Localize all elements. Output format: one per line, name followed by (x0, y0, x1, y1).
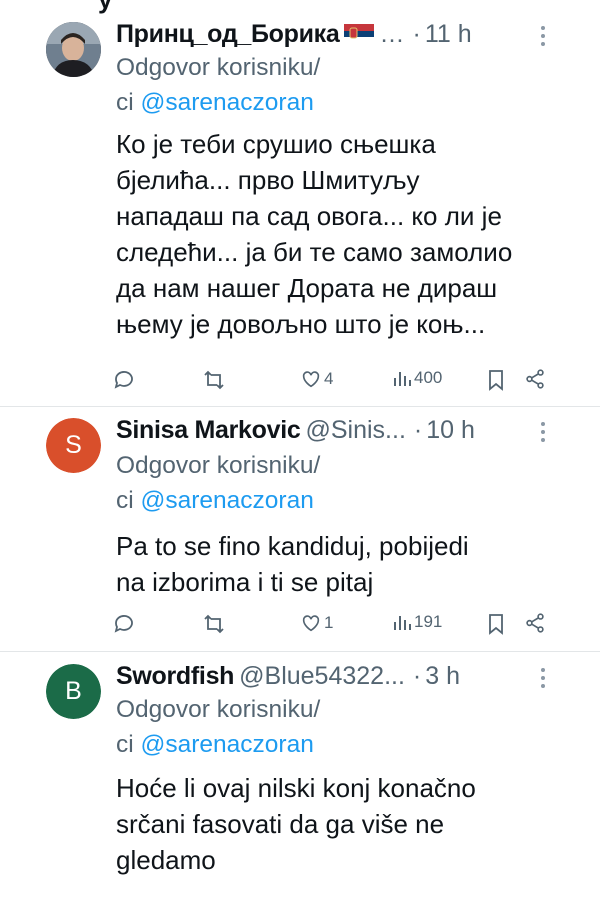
reply-prefix-cont: ci (116, 731, 134, 758)
timestamp[interactable]: 11 h (425, 20, 472, 49)
tweet-text-line: gledamo (116, 845, 216, 875)
more-options-icon[interactable] (538, 24, 548, 48)
handle[interactable]: … (380, 20, 405, 49)
tweet-text: Ко је теби срушио сњешка бјелића... прво… (116, 126, 556, 342)
retweet-button[interactable] (202, 368, 226, 392)
previous-tweet-remnant: y (98, 0, 112, 15)
views-chart-icon (394, 616, 411, 630)
like-count: 1 (324, 613, 334, 632)
tweet-text-line: Ко је теби срушио сњешка (116, 129, 436, 159)
view-count: 191 (414, 612, 443, 631)
bookmark-button[interactable] (486, 612, 506, 636)
avatar-letter: S (65, 431, 82, 459)
handle[interactable]: @Blue54322... (239, 662, 405, 691)
handle[interactable]: @Sinis... (305, 416, 405, 445)
bookmark-icon (489, 370, 503, 391)
separator-dot: · (412, 19, 421, 48)
separator-dot: · (413, 415, 423, 444)
tweet[interactable]: S Sinisa Markovic @Sinis... · 10 h Odgov… (0, 410, 600, 646)
more-options-icon[interactable] (538, 666, 548, 690)
tweet-text-line: srčani fasovati da ga više ne (116, 809, 445, 839)
display-name[interactable]: Swordfish (116, 662, 234, 691)
reply-prefix-cont: ci (116, 89, 134, 116)
tweet-text: Hoće li ovaj nilski konj konačno srčani … (116, 770, 556, 878)
tweet-text-line: бјелића... прво Шмитуљу (116, 165, 420, 195)
user-photo-avatar (46, 22, 101, 77)
avatar[interactable]: S (46, 418, 101, 473)
reply-button[interactable] (112, 368, 136, 392)
tweet-text-line: na izborima i ti se pitaj (116, 567, 374, 597)
tweet-text-line: да нам нашег Дората не дираш (116, 273, 498, 303)
heart-icon (302, 615, 320, 632)
tweet-header: Swordfish @Blue54322... · 3 h (116, 656, 600, 696)
tweet-text-line: следећи... ја би те само замолио (116, 237, 513, 267)
serbia-flag-icon (343, 24, 374, 44)
reply-prefix-cont: ci (116, 487, 134, 514)
action-bar: 1 191 (112, 612, 552, 642)
separator-dot: · (412, 661, 422, 690)
bookmark-icon (489, 614, 503, 635)
more-options-icon[interactable] (538, 420, 548, 444)
bookmark-button[interactable] (486, 368, 506, 392)
reply-icon (114, 615, 133, 633)
reply-mention-link[interactable]: @sarenaczoran (141, 731, 314, 758)
tweet-header: Sinisa Markovic @Sinis... · 10 h (116, 410, 600, 450)
reply-context: Odgovor korisniku/ ci @sarenaczoran (116, 50, 436, 120)
retweet-icon (204, 614, 224, 634)
reply-button[interactable] (112, 612, 136, 636)
reply-prefix: Odgovor korisniku/ (116, 54, 321, 81)
reply-context: Odgovor korisniku/ ci @sarenaczoran (116, 692, 436, 762)
heart-icon (302, 371, 320, 388)
tweet-header: Принц_од_Борика … · 11 h (116, 14, 600, 54)
reply-icon (114, 371, 133, 389)
action-bar: 4 400 (112, 368, 552, 398)
tweet-text-line: Pa to se fino kandiduj, pobijedi (116, 531, 469, 561)
share-button[interactable] (524, 368, 546, 390)
reply-context: Odgovor korisniku/ ci @sarenaczoran (116, 448, 436, 518)
timestamp[interactable]: 3 h (425, 662, 460, 691)
retweet-button[interactable] (202, 612, 226, 636)
views-chart-icon (394, 372, 411, 386)
views-button[interactable]: 400 (392, 368, 442, 388)
retweet-icon (204, 370, 224, 390)
avatar[interactable] (46, 22, 101, 77)
tweet-divider (0, 651, 600, 652)
reply-mention-link[interactable]: @sarenaczoran (141, 89, 314, 116)
tweet-text-line: Hoće li ovaj nilski konj konačno (116, 773, 476, 803)
timestamp[interactable]: 10 h (426, 416, 475, 445)
like-button[interactable]: 1 (300, 612, 333, 634)
tweet-text: Pa to se fino kandiduj, pobijedi na izbo… (116, 528, 556, 600)
tweet-text-line: нападаш па сад овога... ко ли је (116, 201, 502, 231)
avatar-letter: B (65, 677, 82, 705)
display-name[interactable]: Принц_од_Борика (116, 20, 340, 49)
share-icon (526, 613, 544, 633)
display-name[interactable]: Sinisa Markovic (116, 416, 301, 445)
tweet-text-line: њему је довољно што је коњ... (116, 309, 486, 339)
reply-prefix: Odgovor korisniku/ (116, 696, 321, 723)
reply-prefix: Odgovor korisniku/ (116, 452, 321, 479)
share-icon (526, 369, 544, 389)
like-count: 4 (324, 369, 334, 388)
tweet-divider (0, 406, 600, 407)
tweet[interactable]: B Swordfish @Blue54322... · 3 h Odgovor … (0, 656, 600, 900)
share-button[interactable] (524, 612, 546, 634)
views-button[interactable]: 191 (392, 612, 442, 632)
view-count: 400 (414, 368, 443, 387)
reply-mention-link[interactable]: @sarenaczoran (141, 487, 314, 514)
like-button[interactable]: 4 (300, 368, 333, 390)
tweet[interactable]: Принц_од_Борика … · 11 h Odgovor korisni… (0, 14, 600, 399)
avatar[interactable]: B (46, 664, 101, 719)
